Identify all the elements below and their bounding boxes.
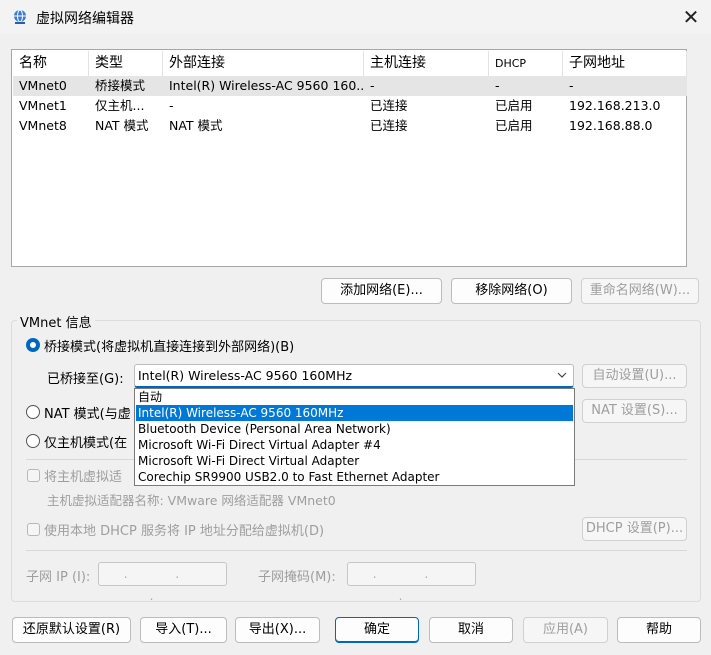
- table-row[interactable]: VMnet1 仅主机... - 已连接 已启用 192.168.213.0: [13, 96, 687, 116]
- dropdown-option[interactable]: Microsoft Wi-Fi Direct Virtual Adapter: [136, 453, 573, 469]
- ok-button[interactable]: 确定: [335, 617, 419, 643]
- restore-defaults-button[interactable]: 还原默认设置(R): [12, 617, 131, 643]
- cell-external: -: [169, 98, 174, 113]
- bridged-radio[interactable]: [26, 338, 40, 352]
- dropdown-option[interactable]: Intel(R) Wireless-AC 9560 160MHz: [136, 405, 573, 421]
- cell-dhcp: -: [495, 78, 500, 93]
- nat-settings-button[interactable]: NAT 设置(S)...: [582, 399, 687, 423]
- table-row[interactable]: VMnet0 桥接模式 Intel(R) Wireless-AC 9560 16…: [13, 76, 687, 96]
- cell-name: VMnet8: [19, 118, 67, 133]
- nat-radio[interactable]: [26, 405, 40, 419]
- cell-external: Intel(R) Wireless-AC 9560 160...: [169, 78, 364, 93]
- cell-host: 已连接: [370, 118, 408, 133]
- vmnet-info-title: VMnet 信息: [17, 312, 95, 331]
- cell-name: VMnet1: [19, 98, 67, 113]
- chevron-down-icon[interactable]: [554, 367, 570, 383]
- network-table: 名称 类型 外部连接 主机连接 DHCP 子网地址 VMnet0 桥接模式 In…: [11, 49, 687, 267]
- cell-host: 已连接: [370, 98, 408, 113]
- dropdown-option[interactable]: Bluetooth Device (Personal Area Network): [136, 421, 573, 437]
- close-icon[interactable]: ✕: [676, 3, 706, 31]
- cell-external: NAT 模式: [169, 118, 223, 133]
- bridged-to-value: Intel(R) Wireless-AC 9560 160MHz: [138, 368, 353, 383]
- adapter-name-text: 主机虚拟适配器名称: VMware 网络适配器 VMnet0: [47, 493, 336, 508]
- bridged-to-dropdown-list: 自动 Intel(R) Wireless-AC 9560 160MHz Blue…: [134, 388, 575, 486]
- cell-subnet: 192.168.213.0: [569, 98, 661, 113]
- subnet-mask-input[interactable]: . . .: [347, 562, 476, 603]
- cell-type: 桥接模式: [95, 78, 146, 93]
- dhcp-settings-button[interactable]: DHCP 设置(P)...: [582, 517, 687, 541]
- column-header-dhcp[interactable]: DHCP: [489, 51, 563, 76]
- host-only-radio-label[interactable]: 仅主机模式(在: [44, 432, 127, 451]
- connect-host-adapter-label: 将主机虚拟适: [44, 470, 123, 485]
- cell-subnet: 192.168.88.0: [569, 118, 653, 133]
- host-only-radio[interactable]: [26, 434, 40, 448]
- cell-subnet: -: [569, 78, 574, 93]
- window-title: 虚拟网络编辑器: [36, 11, 134, 27]
- nat-radio-label[interactable]: NAT 模式(与虚: [44, 403, 131, 422]
- table-header: 名称 类型 外部连接 主机连接 DHCP 子网地址: [13, 51, 687, 76]
- subnet-ip-label: 子网 IP (I):: [26, 570, 91, 585]
- import-button[interactable]: 导入(T)...: [140, 617, 227, 643]
- dropdown-option[interactable]: Microsoft Wi-Fi Direct Virtual Adapter #…: [136, 437, 573, 453]
- cell-dhcp: 已启用: [495, 98, 533, 113]
- column-header-external[interactable]: 外部连接: [163, 51, 364, 76]
- dhcp-checkbox[interactable]: [27, 523, 40, 536]
- dhcp-label: 使用本地 DHCP 服务将 IP 地址分配给虚拟机(D): [44, 524, 325, 539]
- cell-host: -: [370, 78, 375, 93]
- apply-button[interactable]: 应用(A): [523, 617, 608, 643]
- subnet-mask-label: 子网掩码(M):: [258, 570, 336, 585]
- dropdown-option[interactable]: Corechip SR9900 USB2.0 to Fast Ethernet …: [136, 469, 573, 485]
- subnet-ip-input[interactable]: . . .: [98, 562, 227, 603]
- column-header-type[interactable]: 类型: [89, 51, 163, 76]
- add-network-button[interactable]: 添加网络(E)...: [321, 278, 442, 304]
- column-header-host[interactable]: 主机连接: [364, 51, 489, 76]
- cell-type: 仅主机...: [95, 98, 145, 113]
- dropdown-option[interactable]: 自动: [136, 389, 573, 405]
- column-header-name[interactable]: 名称: [13, 51, 89, 76]
- cancel-button[interactable]: 取消: [429, 617, 513, 643]
- export-button[interactable]: 导出(X)...: [235, 617, 320, 643]
- divider: [26, 550, 687, 551]
- cell-type: NAT 模式: [95, 118, 149, 133]
- column-header-subnet[interactable]: 子网地址: [563, 51, 687, 76]
- network-globe-icon: [14, 9, 26, 24]
- bridged-to-label: 已桥接至(G):: [47, 372, 124, 387]
- table-row[interactable]: VMnet8 NAT 模式 NAT 模式 已连接 已启用 192.168.88.…: [13, 116, 687, 136]
- cell-name: VMnet0: [19, 78, 67, 93]
- cell-dhcp: 已启用: [495, 118, 533, 133]
- auto-settings-button[interactable]: 自动设置(U)...: [582, 364, 687, 388]
- connect-host-adapter-checkbox[interactable]: [27, 469, 40, 482]
- help-button[interactable]: 帮助: [617, 617, 701, 643]
- rename-network-button[interactable]: 重命名网络(W)...: [581, 278, 699, 304]
- bridged-radio-label[interactable]: 桥接模式(将虚拟机直接连接到外部网络)(B): [44, 336, 294, 355]
- remove-network-button[interactable]: 移除网络(O): [451, 278, 572, 304]
